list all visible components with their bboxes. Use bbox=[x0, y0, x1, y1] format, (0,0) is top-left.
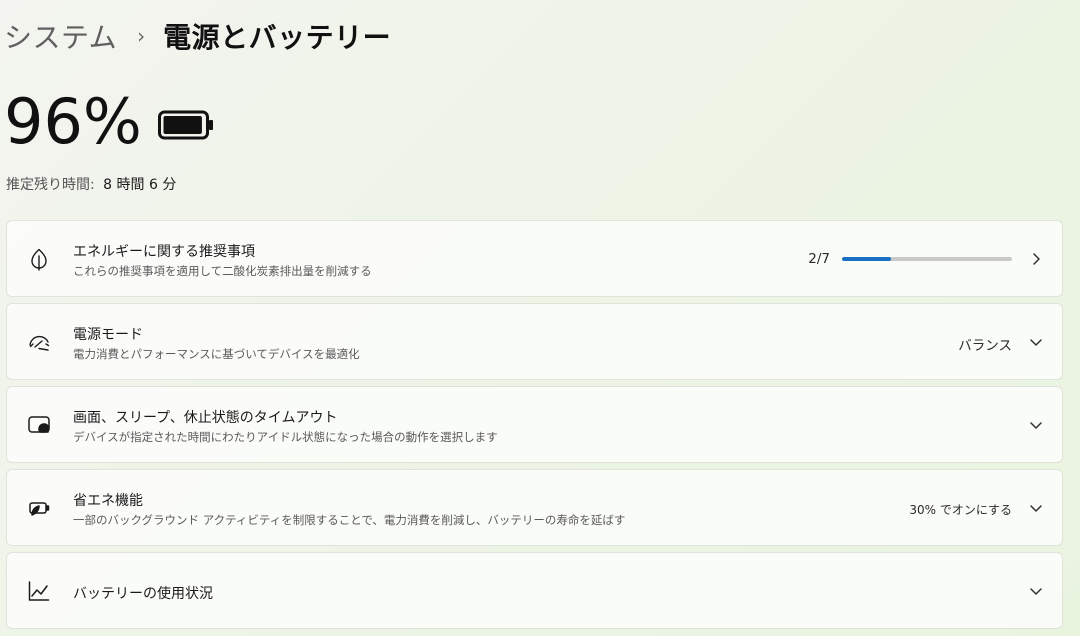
sleep-timeout-icon bbox=[28, 416, 50, 433]
card-power-mode[interactable]: 電源モード 電力消費とパフォーマンスに基づいてデバイスを最適化 バランス bbox=[6, 303, 1063, 380]
breadcrumb: システム › 電源とバッテリー bbox=[4, 14, 391, 58]
chevron-down-icon[interactable] bbox=[1028, 334, 1044, 350]
recommendation-progress-bar bbox=[842, 257, 1012, 261]
card-title: バッテリーの使用状況 bbox=[73, 586, 213, 602]
battery-icon bbox=[158, 110, 213, 140]
chevron-down-icon[interactable] bbox=[1028, 500, 1044, 516]
speedometer-icon bbox=[29, 335, 50, 351]
battery-saver-icon bbox=[29, 502, 50, 516]
chevron-down-icon[interactable] bbox=[1028, 583, 1044, 599]
remaining-time: 推定残り時間: 8 時間 6 分 bbox=[6, 174, 176, 194]
remaining-time-label: 推定残り時間: bbox=[6, 177, 95, 193]
chevron-right-icon[interactable] bbox=[1028, 251, 1044, 267]
card-title: 電源モード bbox=[73, 327, 143, 343]
battery-fill bbox=[163, 116, 202, 134]
battery-saver-threshold-select[interactable]: 30% でオンにする bbox=[909, 501, 1012, 518]
recommendation-progress-text: 2/7 bbox=[808, 251, 830, 267]
card-title: エネルギーに関する推奨事項 bbox=[73, 244, 255, 260]
power-mode-select[interactable]: バランス bbox=[958, 334, 1012, 354]
card-title: 省エネ機能 bbox=[73, 493, 143, 509]
line-chart-icon bbox=[28, 581, 50, 601]
card-title: 画面、スリープ、休止状態のタイムアウト bbox=[73, 410, 338, 426]
page-title: 電源とバッテリー bbox=[163, 21, 392, 54]
card-energy-recommendations[interactable]: エネルギーに関する推奨事項 これらの推奨事項を適用して二酸化炭素排出量を削減する… bbox=[6, 220, 1063, 297]
chevron-down-icon[interactable] bbox=[1028, 417, 1044, 433]
remaining-time-value: 8 時間 6 分 bbox=[103, 177, 177, 193]
card-subtitle: これらの推奨事項を適用して二酸化炭素排出量を削減する bbox=[73, 264, 372, 278]
battery-percentage: 96% bbox=[4, 85, 142, 158]
recommendation-progress-fill bbox=[842, 257, 891, 261]
card-battery-usage[interactable]: バッテリーの使用状況 bbox=[6, 552, 1063, 629]
breadcrumb-system[interactable]: システム bbox=[4, 16, 117, 56]
card-sleep-timeout[interactable]: 画面、スリープ、休止状態のタイムアウト デバイスが指定された時間にわたりアイドル… bbox=[6, 386, 1063, 463]
card-subtitle: 一部のバックグラウンド アクティビティを制限することで、電力消費を削減し、バッテ… bbox=[73, 513, 626, 527]
card-battery-saver[interactable]: 省エネ機能 一部のバックグラウンド アクティビティを制限することで、電力消費を削… bbox=[6, 469, 1063, 546]
breadcrumb-separator: › bbox=[137, 24, 146, 48]
leaf-icon bbox=[31, 248, 47, 271]
card-subtitle: デバイスが指定された時間にわたりアイドル状態になった場合の動作を選択します bbox=[73, 430, 498, 444]
card-subtitle: 電力消費とパフォーマンスに基づいてデバイスを最適化 bbox=[73, 347, 360, 361]
